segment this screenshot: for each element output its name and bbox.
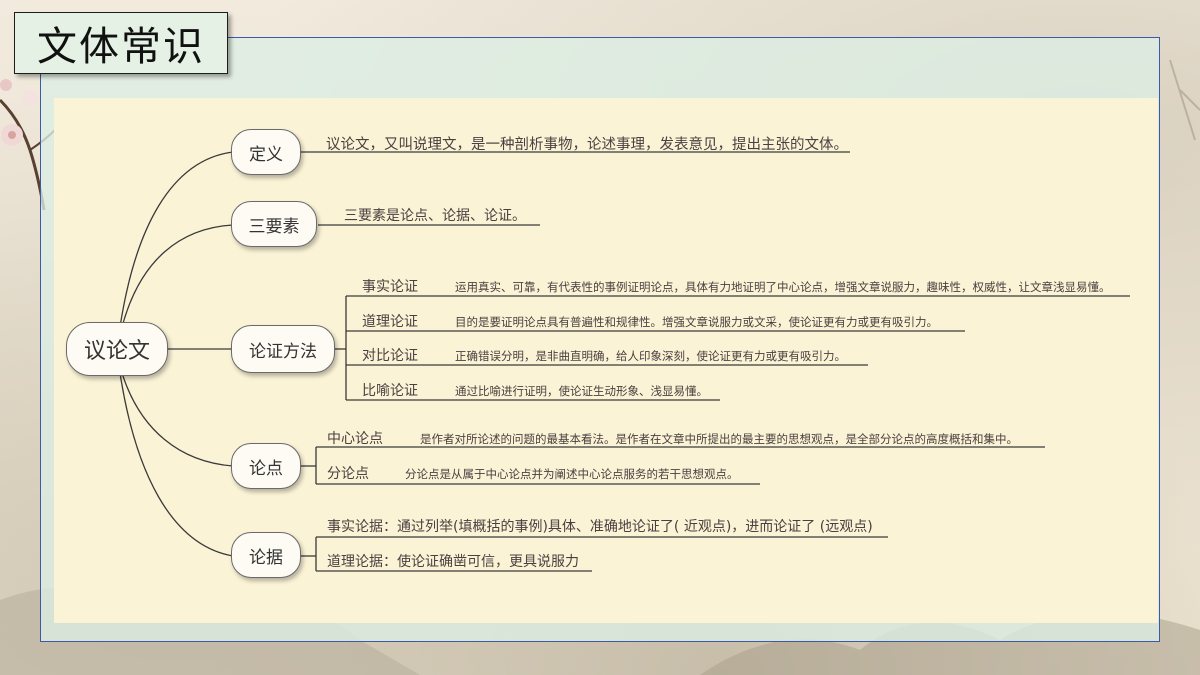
definition-node: 定义 [231,129,301,175]
method-desc-fact: 运用真实、可靠，有代表性的事例证明论点，具体有力地证明了中心论点，增强文章说服力… [455,280,1111,294]
evidence-fact: 事实论据：通过列举(填概括的事例)具体、准确地论证了( 近观点)，进而论证了 (… [327,519,873,535]
evidence-node: 论据 [231,532,301,578]
method-name-reason: 道理论证 [362,314,418,330]
method-name-contrast: 对比论证 [362,348,418,364]
method-desc-metaphor: 通过比喻进行证明，使论证生动形象、浅显易懂。 [455,384,708,398]
method-desc-contrast: 正确错误分明，是非曲直明确，给人印象深刻，使论证更有力或更有吸引力。 [455,349,846,363]
mindmap-connectors [119,151,1130,572]
elements-node: 三要素 [231,201,317,247]
methods-node: 论证方法 [231,325,335,373]
thesis-name-central: 中心论点 [327,431,383,447]
thesis-node: 论点 [231,443,301,489]
evidence-reason: 道理论据：使论证确凿可信，更具说服力 [327,554,579,570]
method-name-metaphor: 比喻论证 [362,383,418,399]
thesis-desc-central: 是作者对所论述的问题的最基本看法。是作者在文章中所提出的最主要的思想观点，是全部… [420,432,1018,446]
method-name-fact: 事实论证 [362,279,418,295]
thesis-desc-sub: 分论点是从属于中心论点并为阐述中心论点服务的若干思想观点。 [405,467,739,481]
thesis-name-sub: 分论点 [327,466,369,482]
elements-text: 三要素是论点、论据、论证。 [344,208,526,224]
definition-text: 议论文，又叫说理文，是一种剖析事物，论述事理，发表意见，提出主张的文体。 [326,137,848,153]
method-desc-reason: 目的是要证明论点具有普遍性和规律性。增强文章说服力或文采，使论证更有力或更有吸引… [455,315,938,329]
root-node: 议论文 [66,322,168,376]
